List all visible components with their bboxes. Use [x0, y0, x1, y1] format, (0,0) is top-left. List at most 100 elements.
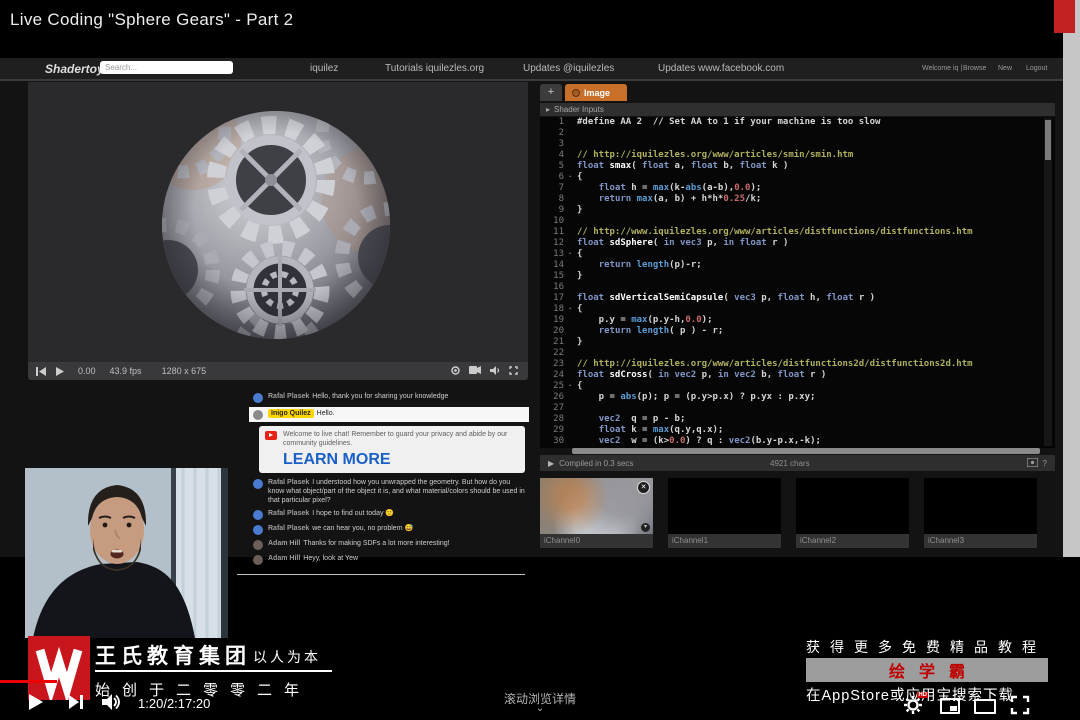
code-line: 18 ·{ — [553, 304, 583, 314]
play-button[interactable] — [28, 693, 44, 716]
brand-name: 绘学霸 — [888, 664, 979, 681]
code-line: 1 #define AA 2 // Set AA to 1 if your mac… — [558, 117, 881, 127]
code-line: 11// http://www.iquilezles.org/www/artic… — [553, 227, 973, 237]
nav-link-0[interactable]: iquilez — [310, 63, 338, 74]
preview-toolbar: 0.00 43.9 fps 1280 x 675 — [28, 362, 528, 380]
expand-icon[interactable] — [509, 365, 518, 377]
code-line: 4// http://iquilezles.org/www/articles/s… — [558, 150, 854, 160]
code-line: 20 return length( p ) - r; — [553, 326, 724, 336]
seekbar-progress[interactable] — [0, 680, 57, 683]
code-line: 13 ·{ — [553, 249, 583, 259]
editor-vscrollbar[interactable] — [1044, 118, 1052, 446]
chat-author: Adam Hill — [268, 540, 301, 547]
preview-time: 0.00 — [78, 366, 96, 376]
avatar — [253, 510, 263, 520]
next-button[interactable] — [68, 694, 84, 715]
top-right-red-marker — [1054, 0, 1075, 33]
settings-button[interactable]: HD — [903, 692, 928, 720]
code-line: 23// http://iquilezles.org/www/articles/… — [553, 359, 973, 369]
code-line: 28 vec2 q = p - b; — [553, 414, 686, 424]
chevron-down-icon[interactable]: ⌄ — [340, 704, 740, 714]
help-icon[interactable]: ? — [1043, 459, 1047, 468]
page-scrollbar[interactable] — [1063, 0, 1080, 557]
channel-slot-0[interactable]: ✕ ▾ iChannel0 — [540, 478, 653, 548]
chat-text: I hope to find out today 🙂 — [312, 510, 395, 517]
chat-system-message: Welcome to live chat! Remember to guard … — [259, 426, 525, 473]
youtube-icon — [265, 431, 277, 440]
channel-label: iChannel1 — [668, 534, 781, 548]
code-line: 17 float sdVerticalSemiCapsule( vec3 p, f… — [553, 293, 876, 303]
code-line: 24 float sdCross( in vec2 p, in vec2 b, f… — [553, 370, 827, 380]
company-slogan: 以人为本 — [253, 649, 321, 665]
avatar — [253, 479, 263, 489]
channel-slot-1[interactable]: iChannel1 — [668, 478, 781, 548]
user-nav-1[interactable]: Browse — [963, 65, 986, 72]
code-line: 10 — [553, 216, 564, 226]
chat-text: Thanks for making SDFs a lot more intere… — [303, 540, 450, 547]
code-line: 2 — [558, 128, 564, 138]
channel-slot-2[interactable]: iChannel2 — [796, 478, 909, 548]
record-icon[interactable] — [451, 365, 460, 377]
chat-author: Rafal Plasek — [268, 525, 310, 532]
shader-inputs-label: Shader Inputs — [554, 105, 604, 114]
nav-link-2[interactable]: Updates @iquilezles — [523, 63, 614, 74]
channel-label: iChannel0 — [540, 534, 653, 548]
sphere-gears-render — [162, 111, 390, 339]
chat-author: Rafal Plasek — [268, 510, 310, 517]
preview-resolution: 1280 x 675 — [161, 366, 207, 376]
avatar — [253, 555, 263, 565]
code-line: 25 ·{ — [553, 381, 583, 391]
volume-icon[interactable] — [490, 365, 500, 377]
code-editor[interactable]: 1 #define AA 2 // Set AA to 1 if your mac… — [540, 117, 1055, 448]
chat-message: Inigo Quilez Hello. — [249, 407, 529, 422]
avatar — [253, 410, 263, 420]
code-line: 30 vec2 w = (k>0.0) ? q : vec2(b.y-p.x,-… — [553, 436, 821, 446]
compile-status: Compiled in 0.3 secs — [559, 458, 634, 468]
code-line: 21} — [553, 337, 583, 347]
chat-message: Rafal Plasek we can hear you, no problem … — [253, 524, 525, 535]
camera-icon[interactable] — [469, 366, 481, 376]
fullscreen-button[interactable] — [1010, 695, 1030, 720]
user-nav-3[interactable]: Logout — [1026, 65, 1047, 72]
volume-button[interactable] — [102, 694, 122, 715]
add-tab-button[interactable]: + — [540, 84, 562, 101]
code-line: 15} — [553, 271, 583, 281]
search-input[interactable] — [100, 61, 233, 74]
nav-link-1[interactable]: Tutorials iquilezles.org — [385, 63, 484, 74]
char-count: 4921 chars — [770, 458, 810, 468]
shader-inputs-bar[interactable]: ▸ Shader Inputs — [540, 103, 1055, 116]
export-icon[interactable] — [1025, 456, 1039, 469]
learn-more-link[interactable]: LEARN MORE — [283, 451, 391, 469]
close-icon[interactable]: ✕ — [637, 481, 650, 494]
compile-play-icon[interactable]: ▶ — [548, 459, 554, 468]
chat-author: Rafal Plasek — [268, 393, 310, 400]
shader-preview-canvas[interactable] — [28, 82, 528, 362]
code-line: 27 — [553, 403, 564, 413]
code-line: 22 — [553, 348, 564, 358]
chat-message: Adam Hill Thanks for making SDFs a lot mo… — [253, 539, 525, 550]
code-line: 16 — [553, 282, 564, 292]
channel-settings-icon[interactable]: ▾ — [641, 523, 650, 532]
code-line: 9} — [558, 205, 583, 215]
user-nav-0[interactable]: Welcome iq | — [922, 65, 962, 72]
brand-bar: 绘学霸 — [806, 658, 1048, 682]
rewind-icon[interactable] — [36, 366, 46, 376]
tab-image[interactable]: Image — [565, 84, 627, 101]
shadertoy-logo[interactable]: Shadertoy — [45, 62, 104, 76]
user-nav-2[interactable]: New — [998, 65, 1012, 72]
chat-text: Hello, thank you for sharing your knowle… — [312, 393, 449, 400]
company-logo — [28, 636, 90, 704]
chat-message: Rafal Plasek I hope to find out today 🙂 — [253, 509, 525, 520]
nav-link-3[interactable]: Updates www.facebook.com — [658, 63, 784, 74]
chat-text: Heyy, look at Yew — [303, 555, 359, 562]
avatar — [253, 540, 263, 550]
code-line: 12 float sdSphere( in vec3 p, in float r … — [553, 238, 789, 248]
video-title: Live Coding "Sphere Gears" - Part 2 — [10, 10, 294, 29]
channel-slot-3[interactable]: iChannel3 — [924, 478, 1037, 548]
miniplayer-button[interactable] — [940, 698, 960, 714]
system-message-text: Welcome to live chat! Remember to guard … — [283, 431, 508, 447]
play-icon[interactable] — [56, 366, 64, 376]
theater-button[interactable] — [974, 699, 996, 714]
editor-hscrollbar[interactable] — [572, 448, 1040, 454]
company-name: 王氏教育集团 — [95, 645, 251, 668]
